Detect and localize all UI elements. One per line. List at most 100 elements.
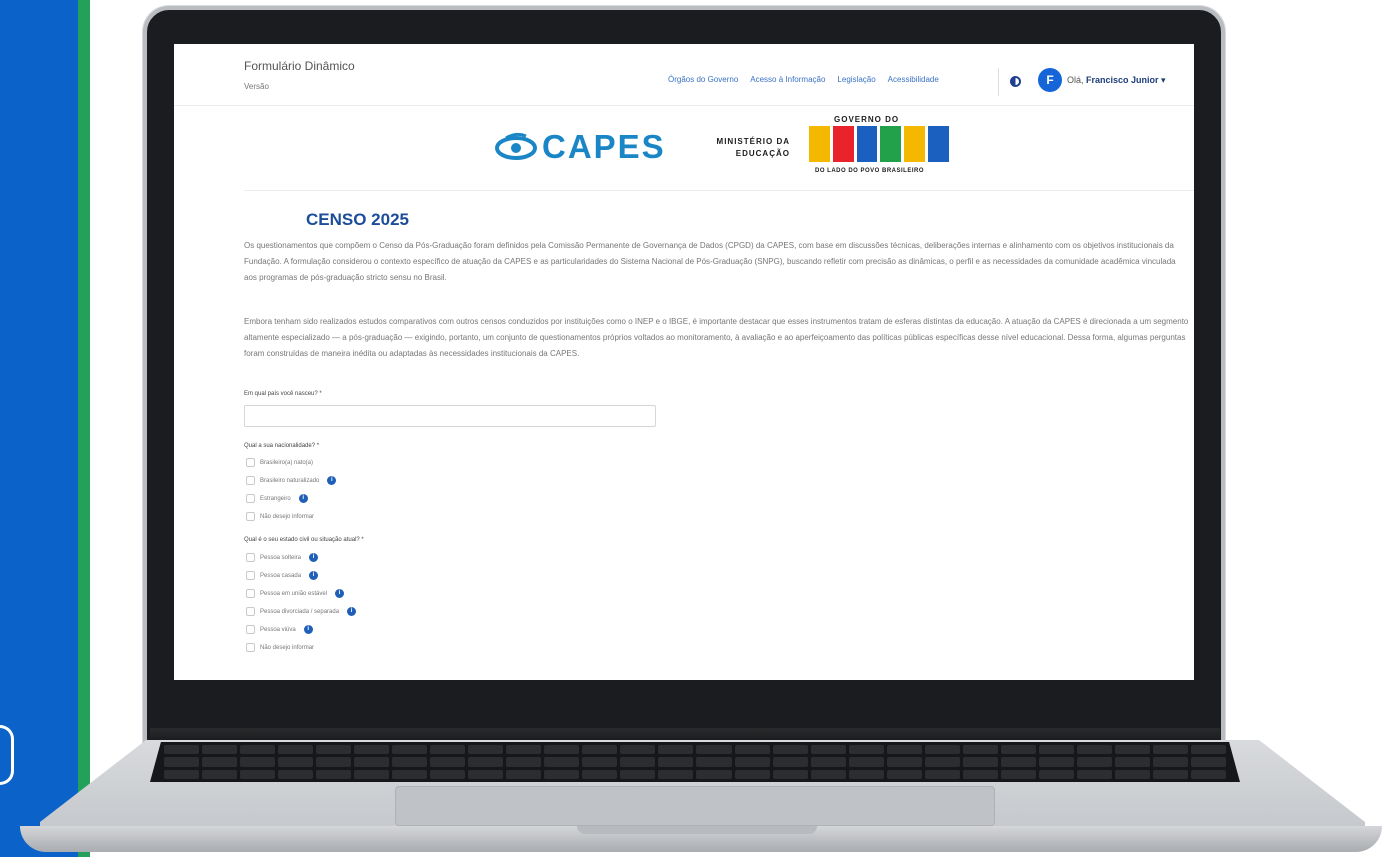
keyboard-key (924, 769, 960, 779)
checkbox[interactable] (246, 625, 255, 634)
option-label: Pessoa viúva (260, 626, 296, 633)
nav-link-acessibilidade[interactable]: Acessibilidade (888, 75, 939, 84)
keyboard-key (924, 757, 960, 767)
keyboard-key (1190, 757, 1226, 767)
nationality-option[interactable]: Brasileiro(a) nato(a) (246, 458, 313, 467)
nav-link-legislacao[interactable]: Legislação (837, 75, 875, 84)
user-avatar[interactable]: F (1038, 68, 1062, 92)
marital-option[interactable]: Não desejo informar (246, 643, 314, 652)
governo-brasil-logo: GOVERNO DO DO LADO DO POVO BRASILEIRO (809, 114, 949, 184)
keyboard-key (848, 769, 884, 779)
keyboard-key (354, 769, 390, 779)
keyboard-key (278, 757, 314, 767)
info-icon[interactable]: i (303, 625, 313, 634)
nationality-option[interactable]: Brasileiro naturalizado i (246, 476, 337, 485)
nationality-option[interactable]: Não desejo informar (246, 512, 314, 521)
checkbox[interactable] (246, 512, 255, 521)
marital-option[interactable]: Pessoa casada i (246, 571, 319, 580)
marital-option[interactable]: Pessoa solteira i (246, 553, 319, 562)
keyboard-key (734, 769, 770, 779)
laptop-notch (577, 826, 817, 834)
keyboard-key (772, 745, 808, 755)
keyboard-key (962, 769, 998, 779)
keyboard-key (620, 745, 656, 755)
keyboard-key (1000, 745, 1036, 755)
laptop-keyboard (150, 742, 1240, 782)
marital-option[interactable]: Pessoa viúva i (246, 625, 313, 634)
info-icon[interactable]: i (309, 571, 319, 580)
keyboard-key (886, 769, 922, 779)
header-divider (998, 68, 999, 96)
keyboard-key (810, 745, 846, 755)
option-label: Não desejo informar (260, 513, 315, 520)
country-question-label: Em qual país você nasceu? * (244, 391, 322, 397)
checkbox[interactable] (246, 607, 255, 616)
keyboard-key (430, 769, 466, 779)
keyboard-key (278, 769, 314, 779)
checkbox[interactable] (246, 458, 255, 467)
marital-option[interactable]: Pessoa divorciada / separada i (246, 607, 357, 616)
keyboard-key (354, 745, 390, 755)
contrast-icon[interactable] (1010, 76, 1021, 87)
governo-tagline: DO LADO DO POVO BRASILEIRO (815, 168, 925, 174)
nationality-option[interactable]: Estrangeiro i (246, 494, 308, 503)
checkbox[interactable] (246, 494, 255, 503)
keyboard-key (620, 769, 656, 779)
keyboard-key (316, 757, 352, 767)
keyboard-key (1190, 769, 1226, 779)
keyboard-key (1076, 757, 1112, 767)
keyboard-key (734, 745, 770, 755)
background-blue-band (0, 0, 78, 857)
keyboard-key (316, 745, 352, 755)
header-bar: Formulário Dinâmico Versão Órgãos do Gov… (174, 44, 1194, 106)
checkbox[interactable] (246, 589, 255, 598)
keyboard-key (392, 757, 428, 767)
keyboard-key (810, 769, 846, 779)
brasil-color-block (809, 126, 830, 162)
ministerio-line1: MINISTÉRIO DA (716, 137, 790, 146)
laptop-trackpad (395, 786, 995, 826)
keyboard-key (1000, 757, 1036, 767)
keyboard-key (240, 769, 276, 779)
user-menu[interactable]: Olá, Francisco Junior ▾ (1067, 75, 1166, 86)
keyboard-key (1114, 769, 1150, 779)
keyboard-key (240, 745, 276, 755)
governo-top-text: GOVERNO DO (834, 115, 900, 124)
keyboard-key (240, 757, 276, 767)
info-icon[interactable]: i (309, 553, 319, 562)
nav-link-acesso-informacao[interactable]: Acesso à Informação (750, 75, 825, 84)
checkbox[interactable] (246, 553, 255, 562)
country-input[interactable] (244, 405, 656, 427)
info-icon[interactable]: i (298, 494, 308, 503)
brasil-color-block (928, 126, 949, 162)
info-icon[interactable]: i (347, 607, 357, 616)
keyboard-key (582, 757, 618, 767)
checkbox[interactable] (246, 643, 255, 652)
keyboard-key (1190, 745, 1226, 755)
info-icon[interactable]: i (335, 589, 345, 598)
keyboard-key (886, 757, 922, 767)
option-label: Pessoa em união estável (260, 590, 328, 597)
option-label: Pessoa solteira (260, 554, 302, 561)
nav-link-orgaos[interactable]: Órgãos do Governo (668, 75, 738, 84)
app-version: Versão (244, 82, 269, 91)
option-label: Brasileiro naturalizado (260, 477, 320, 484)
keyboard-key (392, 745, 428, 755)
marital-option[interactable]: Pessoa em união estável i (246, 589, 345, 598)
keyboard-key (1114, 745, 1150, 755)
capes-eye-icon (495, 132, 537, 160)
info-icon[interactable]: i (327, 476, 337, 485)
checkbox[interactable] (246, 571, 255, 580)
intro-paragraph-1: Os questionamentos que compõem o Censo d… (244, 241, 1176, 282)
keyboard-key (582, 745, 618, 755)
keyboard-key (696, 769, 732, 779)
brasil-color-block (856, 126, 878, 162)
option-label: Brasileiro(a) nato(a) (260, 459, 314, 466)
option-label: Pessoa casada (260, 572, 302, 579)
keyboard-key (1000, 769, 1036, 779)
brasil-color-block (832, 126, 854, 162)
nationality-question-label: Qual a sua nacionalidade? * (244, 443, 320, 449)
keyboard-key (202, 769, 238, 779)
keyboard-key (506, 769, 542, 779)
checkbox[interactable] (246, 476, 255, 485)
